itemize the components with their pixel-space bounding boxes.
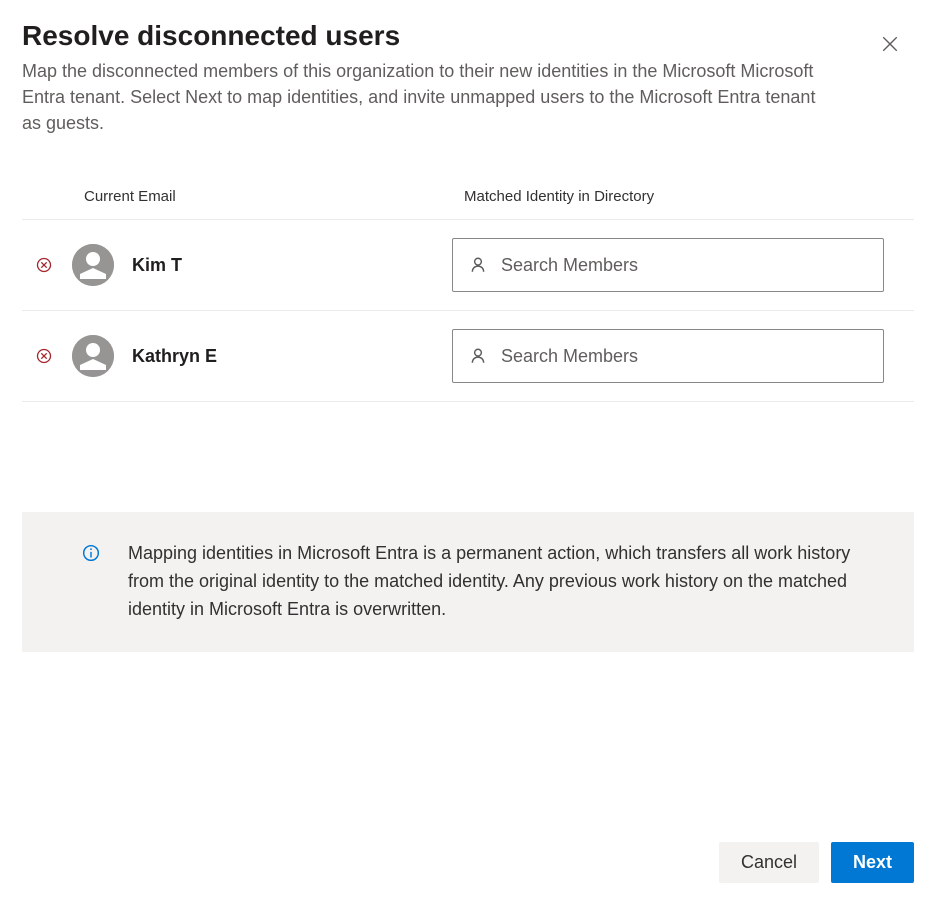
search-members-field[interactable]: [452, 329, 884, 383]
info-icon: [82, 544, 100, 562]
avatar: [72, 335, 114, 377]
table-row: Kim T: [22, 220, 914, 311]
table-header-row: Current Email Matched Identity in Direct…: [22, 176, 914, 220]
column-header-email: Current Email: [84, 188, 464, 205]
resolve-disconnected-users-dialog: Resolve disconnected users Map the disco…: [0, 0, 936, 901]
dialog-subtitle: Map the disconnected members of this org…: [22, 58, 822, 136]
person-search-icon: [469, 347, 487, 365]
person-search-icon: [469, 256, 487, 274]
user-name: Kim T: [132, 255, 452, 276]
dialog-footer: Cancel Next: [719, 842, 914, 883]
avatar: [72, 244, 114, 286]
column-header-identity: Matched Identity in Directory: [464, 188, 914, 205]
table-row: Kathryn E: [22, 311, 914, 402]
info-banner: Mapping identities in Microsoft Entra is…: [22, 512, 914, 652]
person-icon: [72, 335, 114, 377]
cancel-button[interactable]: Cancel: [719, 842, 819, 883]
search-members-field[interactable]: [452, 238, 884, 292]
remove-user-button[interactable]: [34, 348, 54, 364]
users-scroll-area[interactable]: Current Email Matched Identity in Direct…: [22, 176, 914, 466]
remove-icon: [36, 257, 52, 273]
next-button[interactable]: Next: [831, 842, 914, 883]
remove-user-button[interactable]: [34, 257, 54, 273]
search-members-input[interactable]: [501, 346, 867, 367]
remove-icon: [36, 348, 52, 364]
info-text: Mapping identities in Microsoft Entra is…: [128, 540, 886, 624]
dialog-title: Resolve disconnected users: [22, 20, 914, 52]
search-members-input[interactable]: [501, 255, 867, 276]
dialog-header: Resolve disconnected users Map the disco…: [0, 20, 936, 176]
user-name: Kathryn E: [132, 346, 452, 367]
close-icon: [881, 35, 899, 53]
close-button[interactable]: [876, 30, 904, 58]
users-table: Current Email Matched Identity in Direct…: [22, 176, 914, 466]
person-icon: [72, 244, 114, 286]
